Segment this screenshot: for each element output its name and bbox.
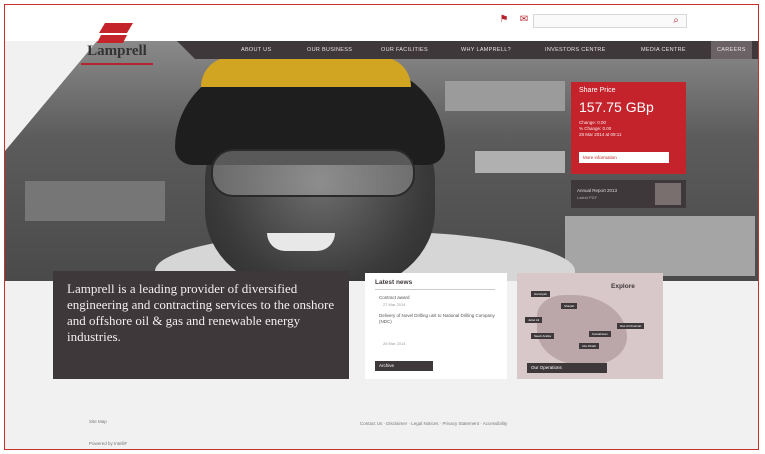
share-price-value: 157.75 GBp <box>579 99 654 115</box>
footer-site-map-link[interactable]: Site Map <box>89 419 107 424</box>
annual-report-subtitle: Latest PDF <box>577 195 598 200</box>
map-pin[interactable]: Jebel Ali <box>525 317 543 323</box>
worker-smile <box>267 233 335 251</box>
map-pin[interactable]: Ras Al Khaimah <box>617 323 645 329</box>
explore-map-panel: Explore Hamriyah Sharjah Jebel Ali Saudi… <box>517 273 663 379</box>
annual-report-panel[interactable]: Annual Report 2013 Latest PDF <box>571 180 686 208</box>
share-percent-change: % Change: 0.00 <box>579 126 612 131</box>
map-pin[interactable]: Hamriyah <box>531 291 550 297</box>
share-change: Change: 0.00 <box>579 120 607 125</box>
nav-media-centre[interactable]: MEDIA CENTRE <box>641 41 686 59</box>
latest-news-title: Latest news <box>375 279 413 286</box>
mail-icon[interactable]: ✉ <box>518 15 530 25</box>
logo-text: Lamprell <box>87 43 147 59</box>
news-item-date: 26 Mar 2014 <box>383 341 406 346</box>
intro-text: Lamprell is a leading provider of divers… <box>67 281 335 344</box>
latest-news-panel: Latest news Contract award 27 Mar 2014 D… <box>365 273 507 379</box>
map-landmass <box>537 295 627 365</box>
nav-our-facilities[interactable]: OUR FACILITIES <box>381 41 428 59</box>
logo[interactable]: Lamprell <box>67 23 167 71</box>
nav-careers[interactable]: CAREERS <box>711 41 752 59</box>
share-price-panel: Share Price 157.75 GBp Change: 0.00 % Ch… <box>571 82 686 174</box>
map-pin[interactable]: Sharjah <box>561 303 578 309</box>
footer-powered-by: Powered by IntelliF <box>89 441 128 446</box>
nav-our-business[interactable]: OUR BUSINESS <box>307 41 352 59</box>
intro-panel: Lamprell is a leading provider of divers… <box>53 271 349 379</box>
map-pin[interactable]: Kazakhstan <box>589 331 611 337</box>
news-item-headline[interactable]: Delivery of Novel Drilling unit to Natio… <box>379 313 499 324</box>
news-item-headline[interactable]: Contract award <box>379 295 499 301</box>
nav-about-us[interactable]: ABOUT US <box>241 41 271 59</box>
safety-goggles <box>211 149 415 197</box>
our-operations-button[interactable]: Our Operations <box>527 363 607 373</box>
annual-report-title: Annual Report 2013 <box>577 188 618 193</box>
map-pin[interactable]: Abu Dhabi <box>579 343 600 349</box>
search-input[interactable] <box>533 14 687 28</box>
map-pin[interactable]: Saudi Arabia <box>531 333 555 339</box>
divider <box>375 289 495 290</box>
logo-underline <box>81 63 153 65</box>
share-price-title: Share Price <box>579 87 616 94</box>
main-nav: ABOUT US OUR BUSINESS OUR FACILITIES WHY… <box>195 41 758 59</box>
explore-title: Explore <box>611 283 635 290</box>
news-archive-button[interactable]: Archive <box>375 361 433 371</box>
footer-links[interactable]: Contact Us · Disclaimer · Legal Notices … <box>360 421 507 426</box>
logo-mark-icon <box>97 23 133 43</box>
share-more-info-button[interactable]: More information <box>579 152 669 163</box>
browser-frame: ⚑ ✉ ⌕ Lamprell ABOUT US OUR BUSINESS OUR… <box>4 4 759 450</box>
nav-why-lamprell[interactable]: WHY LAMPRELL? <box>461 41 511 59</box>
nav-edge <box>177 41 195 59</box>
search-icon[interactable]: ⌕ <box>669 14 683 28</box>
sitemap-icon[interactable]: ⚑ <box>498 15 510 25</box>
nav-investors-centre[interactable]: INVESTORS CENTRE <box>545 41 606 59</box>
news-item-date: 27 Mar 2014 <box>383 302 406 307</box>
share-timestamp: 28 Mar 2014 at 09:11 <box>579 132 622 137</box>
helmet-band <box>201 57 411 87</box>
annual-report-thumbnail <box>655 183 681 205</box>
